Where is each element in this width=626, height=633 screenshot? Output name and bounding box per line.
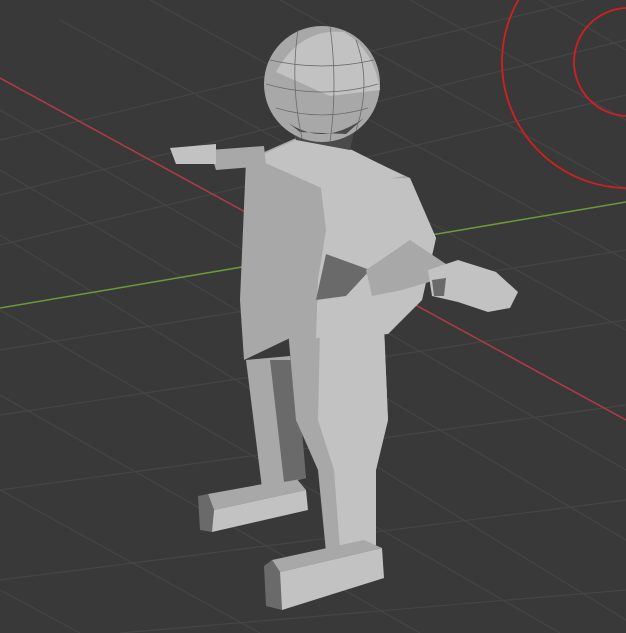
- 3d-viewport[interactable]: [0, 0, 626, 633]
- left-arm: [210, 146, 266, 170]
- viewport-canvas[interactable]: [0, 0, 626, 633]
- right-hand-shadow: [432, 278, 446, 296]
